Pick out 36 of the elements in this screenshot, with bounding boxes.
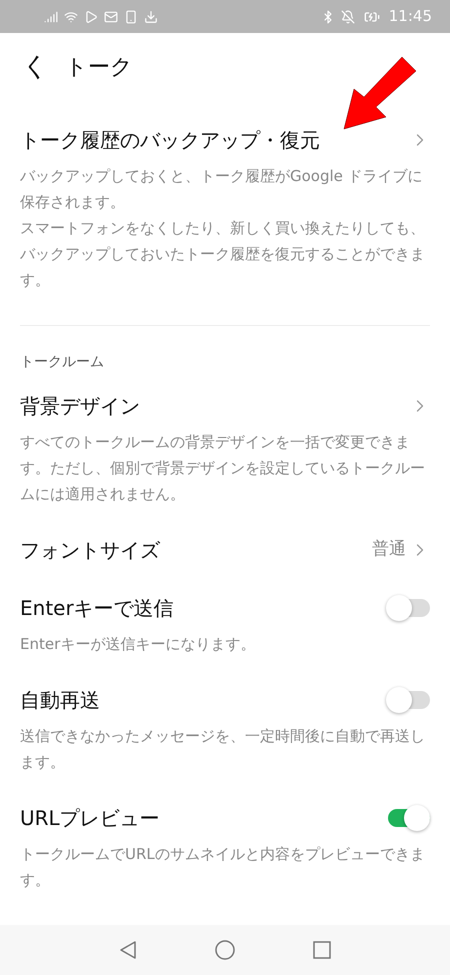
setting-value: 普通 xyxy=(372,538,406,562)
setting-description: バックアップしておくと、トーク履歴がGoogle ドライブに保存されます。 xyxy=(20,166,424,213)
clock-time: 11:45 xyxy=(388,6,432,28)
wifi-icon xyxy=(64,10,78,24)
setting-title: URLプレビュー xyxy=(20,805,160,832)
setting-item[interactable]: Enterキーで送信 Enterキーが送信キーになります。 xyxy=(20,579,430,671)
setting-title: Enterキーで送信 xyxy=(20,595,174,622)
setting-item[interactable]: トーク履歴のバックアップ・復元 バックアップしておくと、トーク履歴がGoogle ドライブに保存されます。 スマートフォンをなくしたり、新しく買い換えたりしても、バックアップしておいたトーク履歴を復元することができます。 xyxy=(20,111,430,307)
back-button[interactable]: く xyxy=(22,54,49,80)
play-icon xyxy=(84,10,98,24)
phone-icon xyxy=(124,10,138,24)
toggle-switch[interactable] xyxy=(386,805,430,831)
setting-description: スマートフォンをなくしたり、新しく買い換えたりしても、バックアップしておいたトーク履歴を復元することができます。 xyxy=(20,218,426,291)
home-nav-icon[interactable] xyxy=(215,940,235,960)
setting-title: 自動再送 xyxy=(20,687,100,714)
download-icon xyxy=(144,10,158,24)
setting-description: すべてのトークルームの背景デザインを一括で変更できます。ただし、個別で背景デザインを設定しているトークルームには適用されません。 xyxy=(20,432,426,505)
signal-icon xyxy=(44,10,58,24)
setting-item[interactable]: URLプレビュー トークルームでURLのサムネイルと内容をプレビューできます。 xyxy=(20,789,430,907)
setting-item[interactable]: 自動再送 送信できなかったメッセージを、一定時間後に自動で再送します。 xyxy=(20,671,430,789)
setting-item[interactable]: 背景デザイン すべてのトークルームの背景デザインを一括で変更できます。ただし、個別で背景デザインを設定しているトークルームには適用されません。 xyxy=(20,377,430,521)
bell-off-icon xyxy=(340,10,355,24)
setting-title: フォントサイズ xyxy=(20,537,160,564)
toggle-switch[interactable] xyxy=(386,595,430,621)
page-title: トーク xyxy=(65,54,133,82)
section-heading: トークルーム xyxy=(20,353,105,372)
toggle-switch[interactable] xyxy=(386,687,430,713)
setting-description: 送信できなかったメッセージを、一定時間後に自動で再送します。 xyxy=(20,726,426,773)
setting-title: 背景デザイン xyxy=(20,393,140,420)
setting-item[interactable]: フォントサイズ 普通 xyxy=(20,521,430,579)
back-nav-icon[interactable] xyxy=(119,940,137,960)
setting-title: トーク履歴のバックアップ・復元 xyxy=(20,127,320,154)
setting-description: トークルームでURLのサムネイルと内容をプレビューできます。 xyxy=(20,844,426,891)
mail-icon xyxy=(104,10,118,24)
setting-description: Enterキーが送信キーになります。 xyxy=(20,634,256,655)
recents-nav-icon[interactable] xyxy=(313,941,331,959)
